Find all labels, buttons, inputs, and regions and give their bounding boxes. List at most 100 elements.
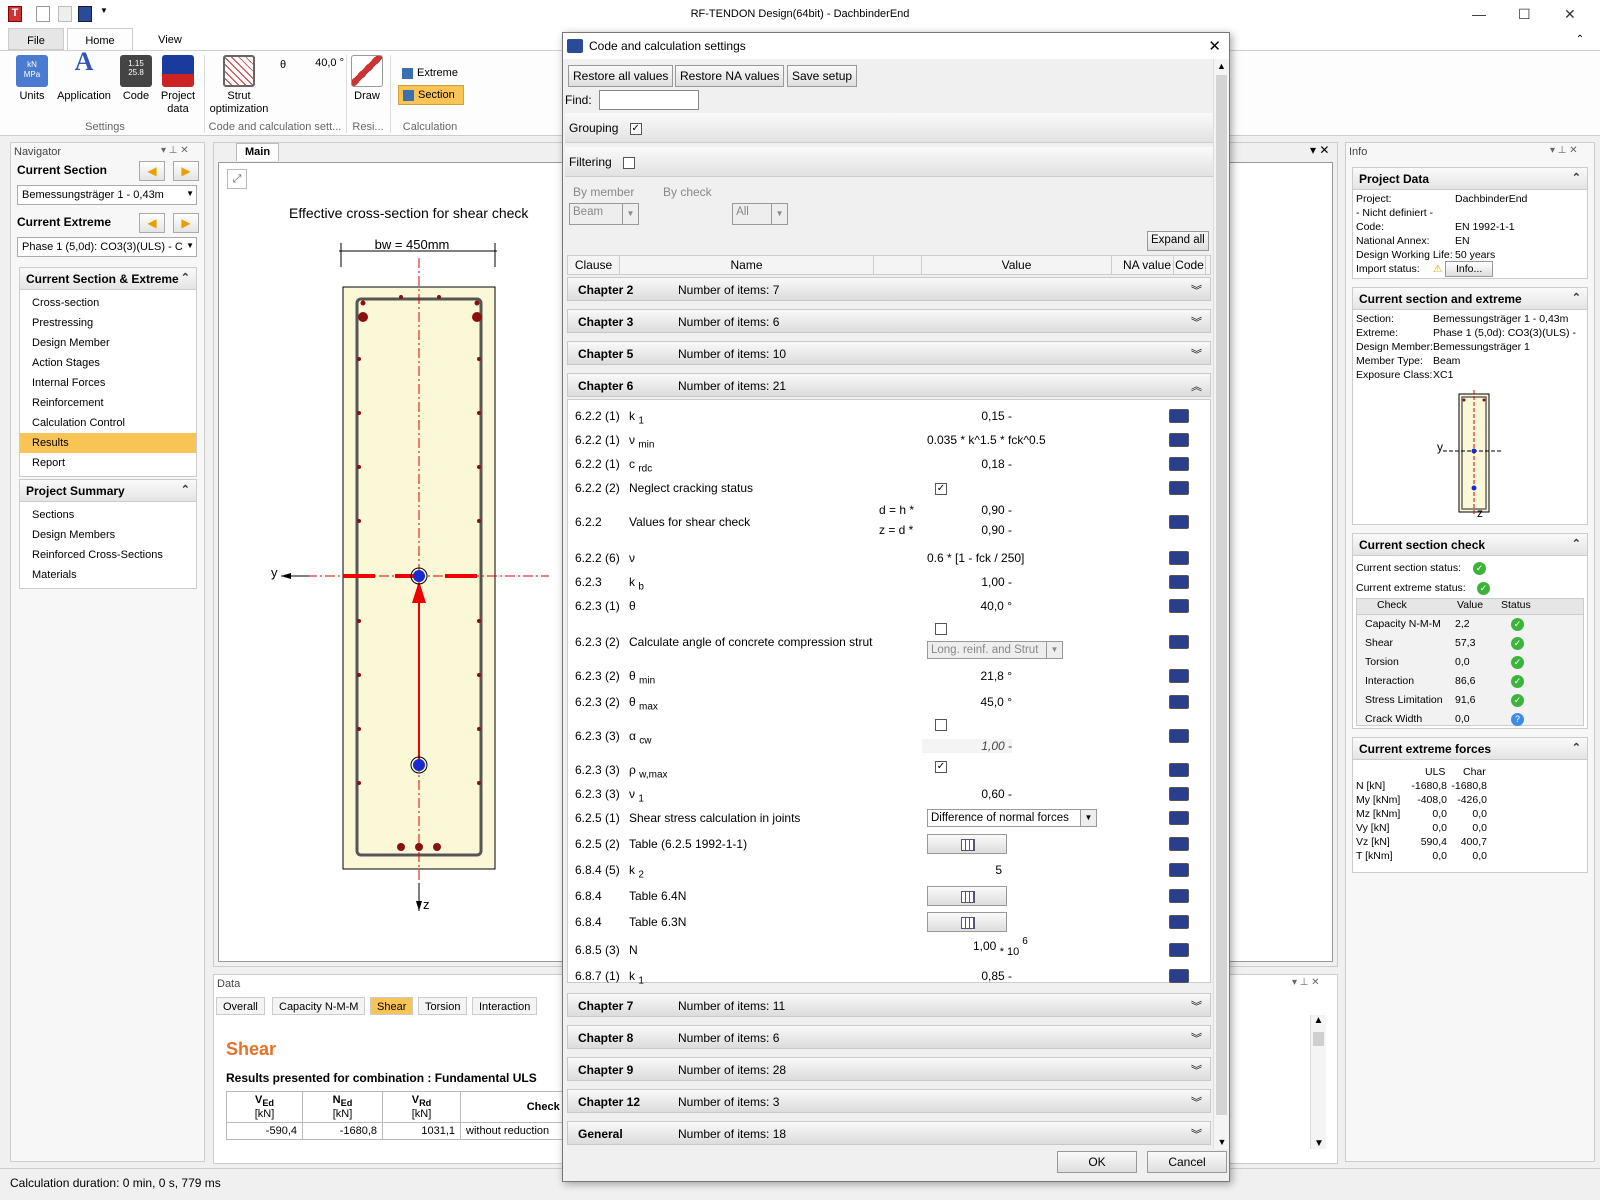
next-extreme-button[interactable]: ▶	[173, 213, 199, 233]
tab-view[interactable]: View	[140, 28, 200, 50]
by-check-dropdown[interactable]: All ▼	[732, 203, 789, 225]
extreme-button[interactable]: Extreme	[398, 65, 464, 83]
dialog-scrollbar[interactable]: ▲ ▼	[1213, 59, 1229, 1149]
expand-all-button[interactable]: Expand all	[1147, 231, 1209, 251]
neglect-cracking-checkbox[interactable]: ✓	[935, 482, 947, 495]
panel-options-icon[interactable]: ▾ ⊥ ✕	[1550, 145, 1578, 156]
alpha-cw-checkbox[interactable]	[935, 718, 947, 731]
info-button[interactable]: Info...	[1445, 261, 1494, 277]
main-panel-controls-icon[interactable]: ▾ ✕	[1310, 143, 1329, 157]
strut-optimization-button[interactable]: Strut optimization	[206, 55, 272, 116]
nav-item-calculation-control[interactable]: Calculation Control	[20, 413, 196, 433]
nav-item-action-stages[interactable]: Action Stages	[20, 353, 196, 373]
current-section-header[interactable]: Current section and extreme ⌃	[1353, 288, 1587, 310]
strut-angle-dropdown[interactable]: Long. reinf. and Strut ▼	[927, 641, 1063, 659]
nav-item-design-member[interactable]: Design Member	[20, 333, 196, 353]
chapter-9-header[interactable]: Chapter 9 Number of items: 28 ︾	[567, 1057, 1211, 1081]
chapter-12-header[interactable]: Chapter 12 Number of items: 3 ︾	[567, 1089, 1211, 1113]
nav-item-sections[interactable]: Sections	[20, 505, 196, 525]
table-row: -590,4 -1680,8 1031,1 without reduction	[226, 1122, 581, 1141]
nav-item-results[interactable]: Results	[20, 433, 196, 453]
grouping-checkbox[interactable]: ✓	[629, 122, 642, 135]
save-setup-button[interactable]: Save setup	[787, 65, 858, 87]
collapse-icon[interactable]: ⌃	[1572, 537, 1581, 550]
ribbon-collapse-icon[interactable]: ⌃	[1570, 28, 1590, 50]
nav-item-internal-forces[interactable]: Internal Forces	[20, 373, 196, 393]
current-extreme-dropdown[interactable]: Phase 1 (5,0d): CO3(3)(ULS) - C ▼	[17, 237, 197, 257]
next-section-button[interactable]: ▶	[173, 161, 199, 181]
section-button[interactable]: Section	[398, 85, 464, 105]
shear-joints-dropdown[interactable]: Difference of normal forces ▼	[927, 809, 1097, 827]
extreme-forces-header[interactable]: Current extreme forces ⌃	[1353, 738, 1587, 760]
nav-item-prestressing[interactable]: Prestressing	[20, 313, 196, 333]
collapse-icon[interactable]: ⌃	[1572, 291, 1581, 304]
chapter-8-header[interactable]: Chapter 8 Number of items: 6 ︾	[567, 1025, 1211, 1049]
section-check-table: Check Value Status Capacity N-M-M 2,2 ✓ Sh…	[1356, 598, 1584, 726]
nav-item-report[interactable]: Report	[20, 453, 196, 473]
rho-wmax-checkbox[interactable]: ✓	[935, 760, 947, 773]
project-summary-header[interactable]: Project Summary ⌃	[20, 480, 196, 502]
cancel-button[interactable]: Cancel	[1147, 1151, 1227, 1173]
code-button[interactable]: 1.15 25.8 Code	[116, 55, 156, 103]
current-section-dropdown[interactable]: Bemessungsträger 1 - 0,43m ▼	[17, 185, 197, 205]
restore-all-button[interactable]: Restore all values	[568, 65, 674, 87]
chapter-7-header[interactable]: Chapter 7 Number of items: 11 ︾	[567, 993, 1211, 1017]
ok-button[interactable]: OK	[1057, 1151, 1137, 1173]
by-member-dropdown[interactable]: Beam ▼	[569, 203, 639, 225]
table-63n-button[interactable]	[927, 912, 1007, 932]
table-row: Stress Limitation 91,6 ✓	[1357, 691, 1583, 710]
project-data-button[interactable]: Project data	[158, 55, 198, 116]
collapse-icon[interactable]: ⌃	[181, 483, 190, 496]
prev-section-button[interactable]: ◀	[139, 161, 165, 181]
nav-item-cross-section[interactable]: Cross-section	[20, 293, 196, 313]
prev-extreme-button[interactable]: ◀	[139, 213, 165, 233]
panel-options-icon[interactable]: ▾ ⊥ ✕	[161, 145, 189, 156]
theta-value[interactable]: 40,0 °	[310, 57, 344, 69]
table-64n-button[interactable]	[927, 886, 1007, 906]
extreme-icon	[402, 67, 413, 79]
application-button[interactable]: A Application	[56, 49, 112, 103]
find-input[interactable]	[599, 90, 699, 110]
chapter-6-header[interactable]: Chapter 6 Number of items: 21 ︽	[567, 373, 1211, 397]
draw-button[interactable]: Draw	[350, 55, 384, 103]
dialog-title: Code and calculation settings	[589, 39, 746, 53]
nav-item-materials[interactable]: Materials	[20, 565, 196, 585]
section-extreme-header[interactable]: Current Section & Extreme ⌃	[20, 268, 196, 290]
chapter-3-header[interactable]: Chapter 3 Number of items: 6 ︾	[567, 309, 1211, 333]
expand-icon: ︾	[1191, 285, 1202, 297]
collapse-icon[interactable]: ⌃	[181, 271, 190, 284]
group-code-calc-label: Code and calculation sett...	[208, 121, 342, 133]
warning-icon: ⚠	[1433, 263, 1443, 275]
tab-interaction[interactable]: Interaction	[472, 997, 538, 1015]
project-data-header[interactable]: Project Data ⌃	[1353, 168, 1587, 190]
shear-heading: Shear	[226, 1039, 277, 1059]
tab-file[interactable]: File	[8, 28, 64, 50]
maximize-icon[interactable]: ☐	[1518, 6, 1531, 23]
close-window-icon[interactable]: ✕	[1564, 6, 1576, 23]
calc-strut-angle-checkbox[interactable]	[935, 622, 947, 635]
collapse-icon[interactable]: ⌃	[1572, 741, 1581, 754]
tab-overall[interactable]: Overall	[216, 997, 265, 1015]
nav-item-design-members[interactable]: Design Members	[20, 525, 196, 545]
question-icon: ?	[1511, 713, 1524, 726]
minimize-icon[interactable]: —	[1472, 6, 1486, 22]
tab-shear[interactable]: Shear	[370, 997, 414, 1015]
units-button[interactable]: kN MPa Units	[12, 55, 52, 103]
general-header[interactable]: General Number of items: 18 ︾	[567, 1121, 1211, 1145]
collapse-icon[interactable]: ⌃	[1572, 171, 1581, 184]
section-check-header[interactable]: Current section check ⌃	[1353, 534, 1587, 556]
table-625-button[interactable]	[927, 834, 1007, 854]
tab-main[interactable]: Main	[236, 143, 280, 161]
data-scrollbar[interactable]: ▲ ▼	[1310, 1015, 1326, 1149]
nav-item-reinforced-cross-sections[interactable]: Reinforced Cross-Sections	[20, 545, 196, 565]
dialog-close-icon[interactable]: ✕	[1208, 37, 1221, 55]
chapter-2-header[interactable]: Chapter 2 Number of items: 7 ︾	[567, 277, 1211, 301]
panel-options-icon[interactable]: ▾ ⊥ ✕	[1292, 977, 1320, 988]
chapter-5-header[interactable]: Chapter 5 Number of items: 10 ︾	[567, 341, 1211, 365]
restore-na-button[interactable]: Restore NA values	[675, 65, 785, 87]
filtering-checkbox[interactable]	[623, 156, 636, 169]
tab-capacity[interactable]: Capacity N-M-M	[272, 997, 366, 1015]
tab-torsion[interactable]: Torsion	[418, 997, 468, 1015]
nav-item-reinforcement[interactable]: Reinforcement	[20, 393, 196, 413]
project-data-flag-icon	[162, 55, 194, 87]
